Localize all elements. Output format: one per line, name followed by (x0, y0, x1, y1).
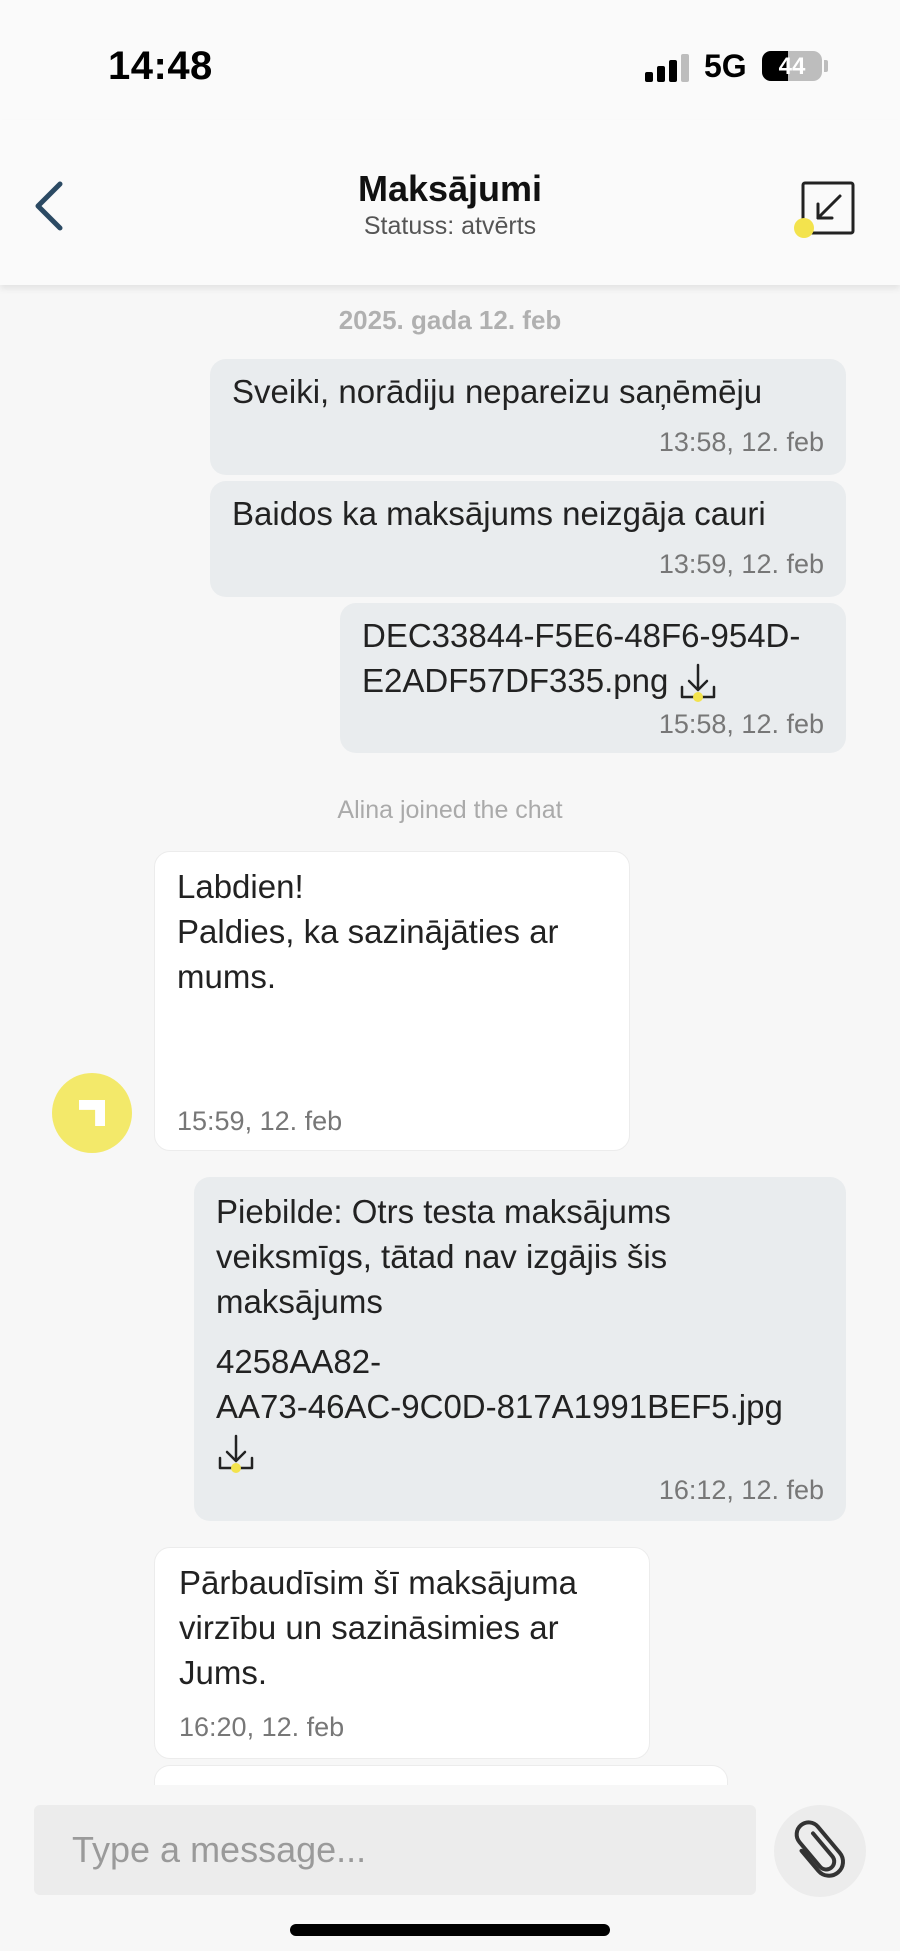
message-time: 16:12, 12. feb (658, 1475, 824, 1505)
attachment-name-line1: DEC33844-F5E6-48F6-954D- (362, 617, 801, 654)
message-time: 13:58, 12. feb (658, 427, 824, 457)
message-input[interactable] (34, 1805, 756, 1895)
message-line: virzību un sazināsimies ar (179, 1609, 559, 1646)
battery-nub (824, 60, 828, 72)
chat-messages[interactable]: 2025. gada 12. feb Sveiki, norādiju nepa… (0, 285, 900, 1785)
status-bar: 14:48 5G 44 (0, 0, 900, 120)
message-bubble-outgoing[interactable]: DEC33844-F5E6-48F6-954D- E2ADF57DF335.pn… (340, 603, 846, 753)
message-line: maksājums (216, 1283, 383, 1320)
agent-avatar (52, 1073, 132, 1153)
notification-dot (794, 218, 814, 238)
date-separator: 2025. gada 12. feb (338, 305, 562, 335)
download-icon[interactable] (678, 661, 718, 705)
attachment-name-line1: 4258AA82- (216, 1343, 382, 1380)
home-indicator (290, 1924, 610, 1936)
system-message: Alina joined the chat (337, 796, 563, 824)
attachment-name-line2: E2ADF57DF335.png (362, 662, 669, 699)
message-bubble-outgoing[interactable]: Piebilde: Otrs testa maksājums veiksmīgs… (194, 1177, 846, 1521)
message-line: Paldies, ka sazinājāties ar (177, 913, 559, 950)
composer (0, 1785, 900, 1951)
message-line: Piebilde: Otrs testa maksājums (216, 1193, 671, 1230)
attachment-name-line2: AA73-46AC-9C0D-817A1991BEF5.jpg (216, 1388, 783, 1425)
message-bubble-incoming[interactable]: Pārbaudīsim šī maksājuma virzību un sazi… (154, 1547, 650, 1759)
chat-status: Statuss: atvērts (363, 212, 537, 240)
attachment-link[interactable]: 4258AA82- AA73-46AC-9C0D-817A1991BEF5.jp… (216, 1339, 783, 1476)
message-line: veiksmīgs, tātad nav izgājis šis (216, 1238, 668, 1275)
attachment-link[interactable]: DEC33844-F5E6-48F6-954D- E2ADF57DF335.pn… (362, 613, 800, 705)
message-time: 13:59, 12. feb (658, 549, 824, 579)
signal-icon (645, 54, 689, 82)
message-bubble-outgoing[interactable]: Baidos ka maksājums neizgāja cauri 13:59… (210, 481, 846, 597)
battery-icon: 44 (762, 51, 822, 81)
message-bubble-outgoing[interactable]: Sveiki, norādiju nepareizu saņēmēju 13:5… (210, 359, 846, 475)
message-line: Jums. (179, 1654, 268, 1691)
paperclip-icon (794, 1820, 845, 1878)
message-line: mums. (177, 958, 276, 995)
download-icon[interactable] (216, 1432, 256, 1476)
battery-level: 44 (778, 53, 806, 80)
message-text: Sveiki, norādiju nepareizu saņēmēju (232, 373, 763, 410)
page-title: Maksājumi (357, 168, 543, 209)
message-line: Pārbaudīsim šī maksājuma (179, 1564, 577, 1601)
message-text: Labdien! Paldies, ka sazinājāties ar mum… (177, 864, 559, 999)
status-time: 14:48 (108, 44, 213, 88)
message-time: 15:59, 12. feb (177, 1106, 343, 1136)
attach-button[interactable] (774, 1805, 866, 1897)
message-line: Labdien! (177, 868, 304, 905)
chat-header: Maksājumi Statuss: atvērts (0, 120, 900, 285)
message-text: Piebilde: Otrs testa maksājums veiksmīgs… (216, 1189, 671, 1324)
brand-logo-icon (79, 1100, 105, 1126)
network-type: 5G (704, 48, 747, 84)
message-bubble-incoming-partial[interactable] (154, 1765, 728, 1785)
message-text: Pārbaudīsim šī maksājuma virzību un sazi… (179, 1560, 577, 1695)
message-time: 16:20, 12. feb (179, 1712, 345, 1742)
message-bubble-incoming[interactable]: Labdien! Paldies, ka sazinājāties ar mum… (154, 851, 630, 1151)
message-text: Baidos ka maksājums neizgāja cauri (232, 495, 766, 532)
message-time: 15:58, 12. feb (658, 709, 824, 739)
